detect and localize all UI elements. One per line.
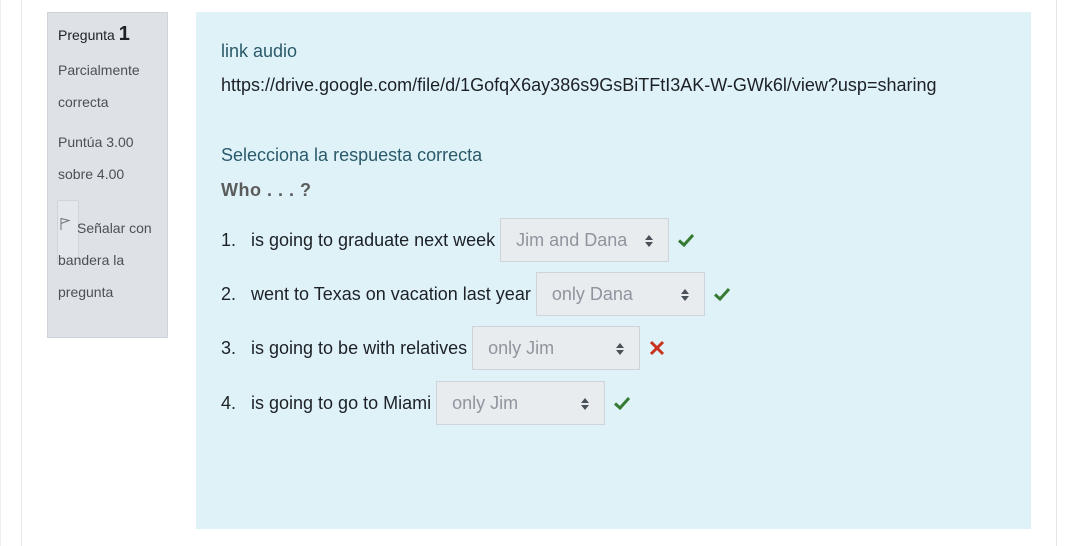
question-content: link audio https://drive.google.com/file… bbox=[196, 12, 1031, 529]
select-value: only Jim bbox=[452, 392, 519, 413]
outer-border bbox=[0, 0, 1, 546]
flag-label[interactable]: Señalar con bandera la pregunta bbox=[58, 200, 157, 308]
page-border-left bbox=[21, 0, 22, 546]
flag-label-line-3: pregunta bbox=[58, 284, 114, 300]
grade-line-2: sobre 4.00 bbox=[58, 166, 125, 182]
link-label: link audio bbox=[221, 41, 298, 61]
item-stem: went to Texas on vacation last year bbox=[251, 283, 531, 304]
answer-select-2[interactable]: only Dana bbox=[535, 272, 705, 316]
item-number: 4. bbox=[221, 392, 237, 413]
select-caret-icon bbox=[581, 398, 590, 410]
question-prompt: Selecciona la respuesta correcta bbox=[221, 145, 483, 165]
item-number: 3. bbox=[221, 337, 237, 358]
answer-select-1[interactable]: Jim and Dana bbox=[500, 218, 670, 262]
item-stem: is going to be with relatives bbox=[251, 337, 468, 358]
answer-item-3: 3. is going to be with relatives only Ji… bbox=[221, 325, 666, 371]
item-number: 1. bbox=[221, 229, 237, 250]
answer-item-4: 4. is going to go to Miami only Jim bbox=[221, 380, 631, 426]
state-line-1: Parcialmente bbox=[58, 62, 140, 78]
flag-label-line-1: Señalar con bbox=[77, 220, 152, 236]
answer-item-1: 1. is going to graduate next week Jim an… bbox=[221, 217, 695, 263]
select-value: only Jim bbox=[488, 337, 555, 358]
select-value: only Dana bbox=[551, 283, 633, 304]
question-who: Who . . . ? bbox=[221, 180, 312, 200]
check-icon bbox=[713, 287, 730, 302]
item-stem: is going to graduate next week bbox=[251, 229, 496, 250]
select-caret-icon bbox=[680, 289, 689, 301]
question-state: Parcialmente correcta bbox=[58, 54, 157, 118]
check-icon bbox=[614, 396, 631, 411]
answer-select-3[interactable]: only Jim bbox=[472, 326, 641, 370]
state-line-2: correcta bbox=[58, 94, 109, 110]
answer-item-2: 2. went to Texas on vacation last year o… bbox=[221, 271, 731, 317]
flag-label-line-2: bandera la bbox=[58, 252, 125, 268]
item-number: 2. bbox=[221, 283, 237, 304]
question-grade: Puntúa 3.00 sobre 4.00 bbox=[58, 126, 157, 190]
cross-icon bbox=[650, 340, 665, 356]
question-word: Pregunta bbox=[58, 27, 115, 43]
grade-line-1: Puntúa 3.00 bbox=[58, 134, 134, 150]
question-number: Pregunta 1 bbox=[58, 21, 157, 48]
question-info-panel: Pregunta 1 Parcialmente correcta Puntúa … bbox=[47, 12, 168, 338]
item-stem: is going to go to Miami bbox=[251, 392, 432, 413]
check-icon bbox=[678, 233, 695, 248]
answer-select-4[interactable]: only Jim bbox=[436, 381, 606, 425]
question-number-value: 1 bbox=[118, 23, 130, 45]
select-caret-icon bbox=[616, 343, 625, 355]
select-value: Jim and Dana bbox=[516, 229, 628, 250]
audio-link-url: https://drive.google.com/file/d/1GofqX6a… bbox=[221, 75, 937, 95]
select-caret-icon bbox=[645, 235, 654, 247]
page-border-right bbox=[1056, 0, 1057, 546]
flag-question-toggle[interactable]: Señalar con bandera la pregunta bbox=[57, 200, 157, 308]
